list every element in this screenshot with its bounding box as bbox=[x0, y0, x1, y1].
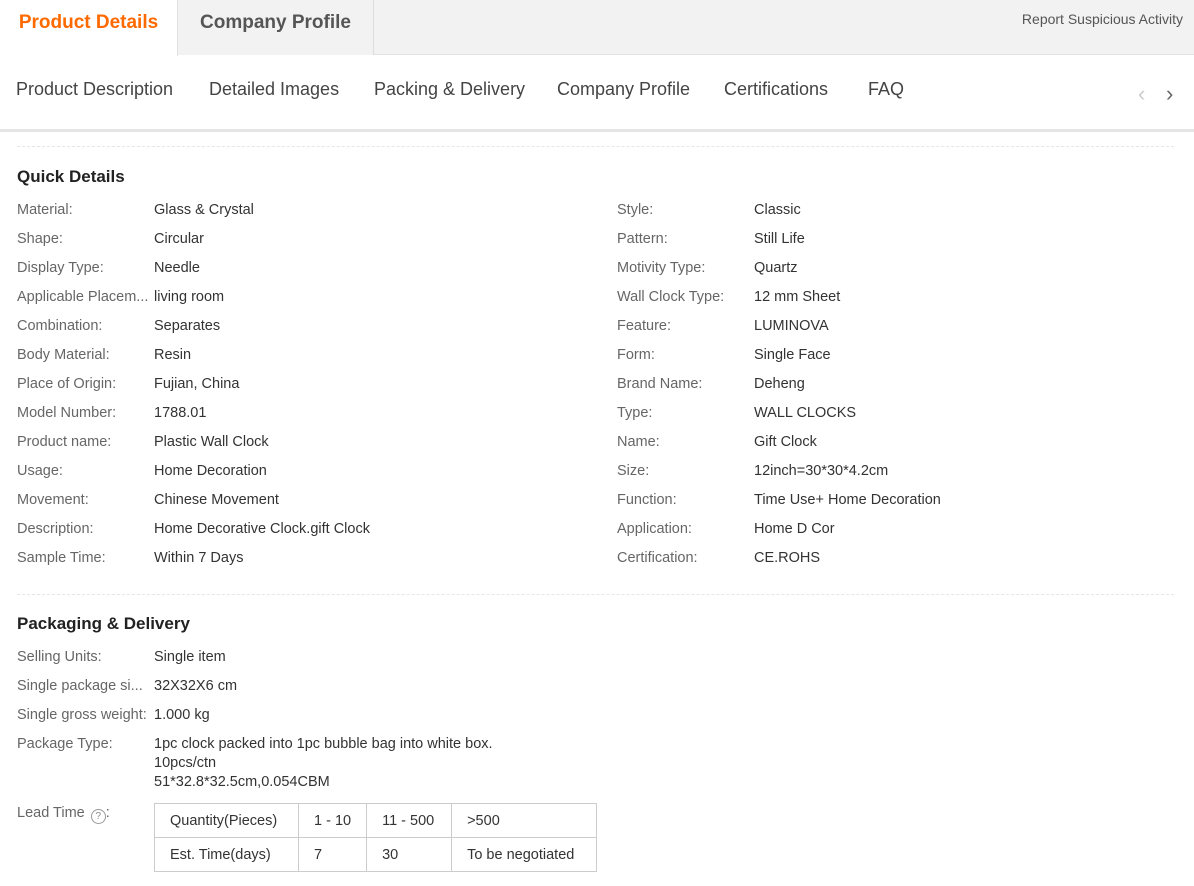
spec-label: Sample Time: bbox=[17, 550, 106, 566]
chevron-left-icon[interactable]: ‹ bbox=[1138, 81, 1145, 107]
spec-value: 32X32X6 cm bbox=[154, 678, 238, 694]
nav-packing-delivery[interactable]: Packing & Delivery bbox=[374, 79, 525, 100]
spec-label: Movement: bbox=[17, 492, 89, 508]
spec-label: Wall Clock Type: bbox=[617, 289, 725, 305]
spec-label: Material: bbox=[17, 202, 73, 218]
nav-detailed-images[interactable]: Detailed Images bbox=[209, 79, 339, 100]
spec-value: 12 mm Sheet bbox=[754, 289, 841, 305]
spec-label: Single gross weight: bbox=[17, 707, 147, 723]
lead-time-colon: : bbox=[105, 805, 110, 821]
spec-value: Resin bbox=[154, 347, 192, 363]
divider bbox=[17, 594, 1174, 595]
spec-label: Place of Origin: bbox=[17, 376, 117, 392]
spec-label: Single package si... bbox=[17, 678, 143, 694]
spec-label: Body Material: bbox=[17, 347, 110, 363]
spec-value: Separates bbox=[154, 318, 221, 334]
spec-label: Function: bbox=[617, 492, 677, 508]
table-row: Est. Time(days) 7 30 To be negotiated bbox=[154, 837, 598, 872]
spec-label: Pattern: bbox=[617, 231, 668, 247]
package-type-line: 51*32.8*32.5cm,0.054CBM bbox=[154, 774, 330, 790]
spec-value: 1.000 kg bbox=[154, 707, 210, 723]
package-type-row: Package Type: 1pc clock packed into 1pc … bbox=[17, 735, 617, 795]
table-cell: Est. Time(days) bbox=[154, 837, 299, 872]
spec-label: Package Type: bbox=[17, 736, 113, 752]
table-cell: 11 - 500 bbox=[366, 803, 453, 838]
spec-label: Motivity Type: bbox=[617, 260, 706, 276]
spec-label: Type: bbox=[617, 405, 653, 421]
spec-value: Deheng bbox=[754, 376, 805, 392]
spec-value: Within 7 Days bbox=[154, 550, 244, 566]
spec-label: Shape: bbox=[17, 231, 63, 247]
spec-value: Fujian, China bbox=[154, 376, 240, 392]
spec-value: Plastic Wall Clock bbox=[154, 434, 269, 450]
tab-company-profile[interactable]: Company Profile bbox=[178, 0, 374, 55]
spec-value: living room bbox=[154, 289, 225, 305]
spec-label: Applicable Placem... bbox=[17, 289, 149, 305]
spec-label: Selling Units: bbox=[17, 649, 102, 665]
package-type-line: 1pc clock packed into 1pc bubble bag int… bbox=[154, 736, 493, 752]
top-tab-bar: Product Details Company Profile Report S… bbox=[0, 0, 1194, 56]
spec-label: Style: bbox=[617, 202, 654, 218]
table-cell: Quantity(Pieces) bbox=[154, 803, 299, 838]
packaging-delivery-title: Packaging & Delivery bbox=[17, 614, 190, 633]
nav-certifications[interactable]: Certifications bbox=[724, 79, 828, 100]
divider bbox=[17, 146, 1174, 147]
spec-value: CE.ROHS bbox=[754, 550, 821, 566]
spec-value: Single item bbox=[154, 649, 226, 665]
table-row: Quantity(Pieces) 1 - 10 11 - 500 >500 bbox=[154, 803, 598, 838]
spec-value: Quartz bbox=[754, 260, 798, 276]
spec-value: Single Face bbox=[754, 347, 831, 363]
spec-label: Usage: bbox=[17, 463, 63, 479]
table-cell: 7 bbox=[297, 837, 368, 872]
question-icon[interactable]: ? bbox=[90, 809, 106, 824]
spec-label: Brand Name: bbox=[617, 376, 703, 392]
nav-faq[interactable]: FAQ bbox=[868, 79, 904, 100]
package-type-value: 1pc clock packed into 1pc bubble bag int… bbox=[154, 735, 493, 792]
spec-value: WALL CLOCKS bbox=[754, 405, 857, 421]
spec-value: 1788.01 bbox=[154, 405, 207, 421]
spec-label: Size: bbox=[617, 463, 650, 479]
spec-value: Time Use+ Home Decoration bbox=[754, 492, 941, 508]
package-type-line: 10pcs/ctn bbox=[154, 755, 217, 771]
nav-product-description[interactable]: Product Description bbox=[16, 79, 173, 100]
lead-time-table: Quantity(Pieces) 1 - 10 11 - 500 >500 Es… bbox=[154, 803, 598, 872]
spec-value: Chinese Movement bbox=[154, 492, 279, 508]
spec-value: 12inch=30*30*4.2cm bbox=[754, 463, 889, 479]
spec-label: Name: bbox=[617, 434, 660, 450]
table-cell: To be negotiated bbox=[451, 837, 598, 872]
chevron-right-icon[interactable]: › bbox=[1166, 81, 1173, 107]
report-suspicious-activity-link[interactable]: Report Suspicious Activity bbox=[1022, 11, 1183, 27]
section-nav: Product Description Detailed Images Pack… bbox=[0, 55, 1194, 132]
spec-value: LUMINOVA bbox=[754, 318, 829, 334]
lead-time-label: Lead Time ?: bbox=[17, 804, 154, 824]
spec-label: Display Type: bbox=[17, 260, 104, 276]
spec-label: Description: bbox=[17, 521, 94, 537]
spec-label: Form: bbox=[617, 347, 655, 363]
tab-product-details[interactable]: Product Details bbox=[0, 0, 178, 56]
lead-time-text: Lead Time bbox=[17, 805, 85, 821]
spec-value: Needle bbox=[154, 260, 200, 276]
table-cell: 1 - 10 bbox=[297, 803, 368, 838]
quick-details-title: Quick Details bbox=[17, 167, 125, 186]
spec-value: Classic bbox=[754, 202, 801, 218]
nav-company-profile[interactable]: Company Profile bbox=[557, 79, 690, 100]
table-cell: >500 bbox=[451, 803, 598, 838]
spec-value: Home Decoration bbox=[154, 463, 267, 479]
spec-value: Gift Clock bbox=[754, 434, 817, 450]
spec-label: Product name: bbox=[17, 434, 112, 450]
spec-value: Still Life bbox=[754, 231, 805, 247]
spec-value: Home D Cor bbox=[754, 521, 835, 537]
spec-label: Model Number: bbox=[17, 405, 117, 421]
spec-label: Application: bbox=[617, 521, 692, 537]
spec-label: Feature: bbox=[617, 318, 671, 334]
table-cell: 30 bbox=[366, 837, 453, 872]
spec-label: Combination: bbox=[17, 318, 103, 334]
spec-value: Circular bbox=[154, 231, 204, 247]
spec-label: Certification: bbox=[617, 550, 698, 566]
spec-value: Glass & Crystal bbox=[154, 202, 254, 218]
spec-value: Home Decorative Clock.gift Clock bbox=[154, 521, 370, 537]
